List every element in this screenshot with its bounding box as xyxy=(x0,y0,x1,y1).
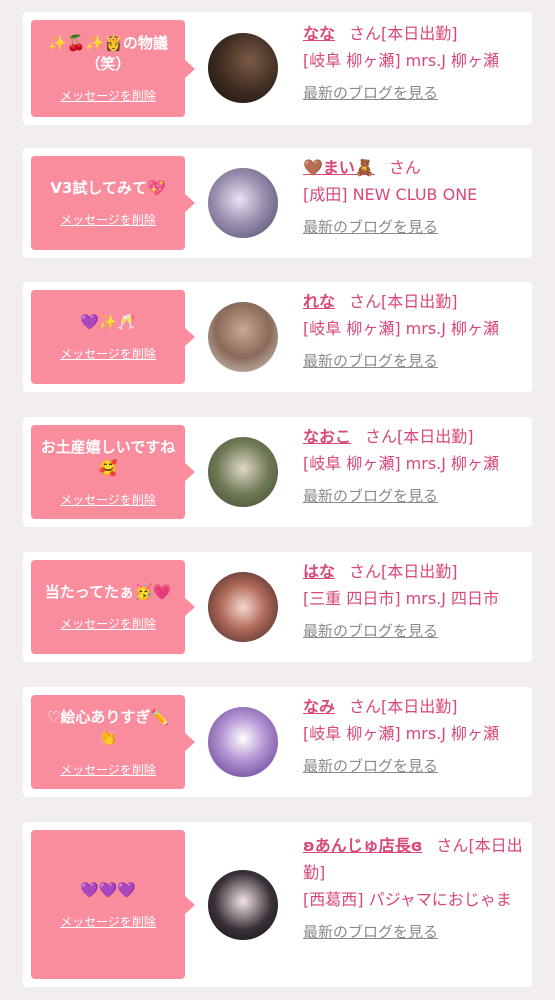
message-text: ♡絵心ありすぎ✏️👏 xyxy=(46,707,170,747)
shop-link[interactable]: [西葛西] パジャマにおじゃま xyxy=(303,886,525,913)
shop-logo-avatar[interactable] xyxy=(208,707,278,777)
avatar[interactable] xyxy=(208,572,278,642)
honorific: さん xyxy=(436,836,469,855)
shop-link[interactable]: [岐阜 柳ヶ瀬] mrs.J 柳ヶ瀬 xyxy=(303,315,525,342)
avatar[interactable] xyxy=(208,168,278,238)
shop-link[interactable]: [岐阜 柳ヶ瀬] mrs.J 柳ヶ瀬 xyxy=(303,720,525,747)
delete-message-link[interactable]: メッセージを削除 xyxy=(60,913,156,930)
honorific: さん xyxy=(349,562,382,581)
message-bubble: ♡絵心ありすぎ✏️👏 メッセージを削除 xyxy=(31,695,195,789)
list-item: お土産嬉しいですね🥰 メッセージを削除 なおこ さん[本日出勤] [岐阜 柳ヶ瀬]… xyxy=(23,417,532,527)
cast-name-link[interactable]: なおこ xyxy=(303,427,351,446)
status-label: [本日出勤] xyxy=(381,292,458,311)
list-item: V3試してみて💖 メッセージを削除 🤎まい🧸 さん [成田] NEW CLUB O… xyxy=(23,148,532,258)
cast-name-link[interactable]: れな xyxy=(303,292,335,311)
message-bubble: ✨🍒✨👸の物議（笑） メッセージを削除 xyxy=(31,20,195,117)
delete-message-link[interactable]: メッセージを削除 xyxy=(60,491,156,508)
shop-link[interactable]: [岐阜 柳ヶ瀬] mrs.J 柳ヶ瀬 xyxy=(303,47,525,74)
blog-link[interactable]: 最新のブログを見る xyxy=(303,82,438,103)
message-bubble: V3試してみて💖 メッセージを削除 xyxy=(31,156,195,250)
list-item: 当たってたぁ🥳💗 メッセージを削除 はな さん[本日出勤] [三重 四日市] mr… xyxy=(23,552,532,662)
cast-name-link[interactable]: はな xyxy=(303,562,335,581)
message-bubble: 💜💜💜 メッセージを削除 xyxy=(31,830,195,979)
honorific: さん xyxy=(349,697,382,716)
blog-link[interactable]: 最新のブログを見る xyxy=(303,620,438,641)
cast-name-link[interactable]: ʚあんじゅ店長ɞ xyxy=(303,836,422,855)
shop-link[interactable]: [岐阜 柳ヶ瀬] mrs.J 柳ヶ瀬 xyxy=(303,450,525,477)
cast-name-link[interactable]: なな xyxy=(303,24,335,43)
honorific: さん xyxy=(365,427,398,446)
message-bubble: 💜✨🥂 メッセージを削除 xyxy=(31,290,195,384)
message-list: ✨🍒✨👸の物議（笑） メッセージを削除 なな さん[本日出勤] [岐阜 柳ヶ瀬] … xyxy=(0,0,555,1000)
list-item: 💜💜💜 メッセージを削除 ʚあんじゅ店長ɞ さん[本日出勤] [西葛西] パジャマ… xyxy=(23,822,532,987)
delete-message-link[interactable]: メッセージを削除 xyxy=(60,87,156,104)
avatar[interactable] xyxy=(208,33,278,103)
status-label: [本日出勤] xyxy=(381,562,458,581)
shop-link[interactable]: [三重 四日市] mrs.J 四日市 xyxy=(303,585,525,612)
message-text: ✨🍒✨👸の物議（笑） xyxy=(48,34,168,73)
message-text: 💜✨🥂 xyxy=(79,313,137,331)
blog-link[interactable]: 最新のブログを見る xyxy=(303,350,438,371)
honorific: さん xyxy=(349,292,382,311)
honorific: さん xyxy=(349,24,382,43)
list-item: ♡絵心ありすぎ✏️👏 メッセージを削除 なみ さん[本日出勤] [岐阜 柳ヶ瀬] … xyxy=(23,687,532,797)
delete-message-link[interactable]: メッセージを削除 xyxy=(60,345,156,362)
shop-link[interactable]: [成田] NEW CLUB ONE xyxy=(303,181,525,208)
blog-link[interactable]: 最新のブログを見る xyxy=(303,485,438,506)
message-text: 当たってたぁ🥳💗 xyxy=(44,583,172,601)
cast-name-link[interactable]: 🤎まい🧸 xyxy=(303,158,375,177)
blog-link[interactable]: 最新のブログを見る xyxy=(303,216,438,237)
delete-message-link[interactable]: メッセージを削除 xyxy=(60,615,156,632)
list-item: ✨🍒✨👸の物議（笑） メッセージを削除 なな さん[本日出勤] [岐阜 柳ヶ瀬] … xyxy=(23,12,532,125)
honorific: さん xyxy=(388,158,421,177)
blog-link[interactable]: 最新のブログを見る xyxy=(303,755,438,776)
delete-message-link[interactable]: メッセージを削除 xyxy=(60,211,156,228)
avatar[interactable] xyxy=(208,437,278,507)
delete-message-link[interactable]: メッセージを削除 xyxy=(60,761,156,778)
message-text: V3試してみて💖 xyxy=(50,179,166,197)
avatar[interactable] xyxy=(208,870,278,940)
message-bubble: 当たってたぁ🥳💗 メッセージを削除 xyxy=(31,560,195,654)
cast-name-link[interactable]: なみ xyxy=(303,697,335,716)
list-item: 💜✨🥂 メッセージを削除 れな さん[本日出勤] [岐阜 柳ヶ瀬] mrs.J 柳… xyxy=(23,282,532,392)
message-bubble: お土産嬉しいですね🥰 メッセージを削除 xyxy=(31,425,195,519)
status-label: [本日出勤] xyxy=(381,697,458,716)
message-text: 💜💜💜 xyxy=(79,880,137,899)
status-label: [本日出勤] xyxy=(397,427,474,446)
blog-link[interactable]: 最新のブログを見る xyxy=(303,921,438,942)
avatar[interactable] xyxy=(208,302,278,372)
status-label: [本日出勤] xyxy=(381,24,458,43)
message-text: お土産嬉しいですね🥰 xyxy=(40,437,176,477)
